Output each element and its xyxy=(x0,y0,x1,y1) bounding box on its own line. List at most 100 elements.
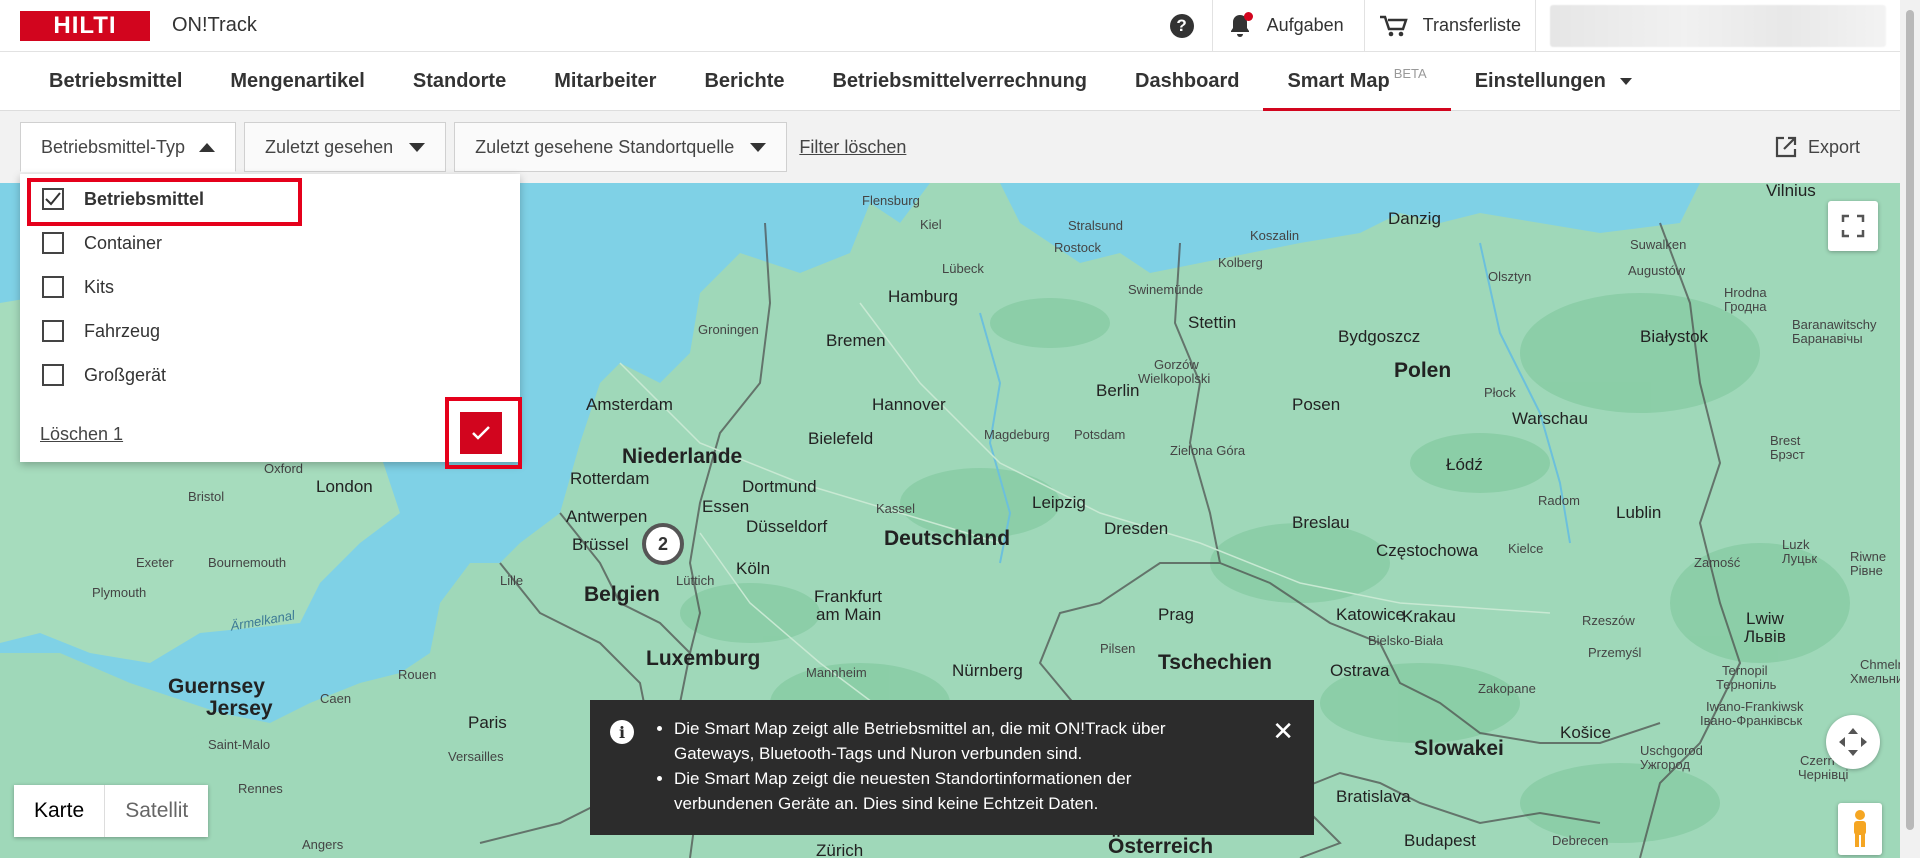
map-label: Augustów xyxy=(1628,263,1686,278)
map-camera-control[interactable] xyxy=(1826,715,1880,769)
checkbox[interactable] xyxy=(42,232,64,254)
map-label: Deutschland xyxy=(884,527,1011,550)
map-type-satellite-button[interactable]: Satellit xyxy=(105,785,208,837)
scrollbar-thumb[interactable] xyxy=(1906,10,1914,830)
filter-location-source[interactable]: Zuletzt gesehene Standortquelle xyxy=(454,122,788,172)
nav-tab-mitarbeiter[interactable]: Mitarbeiter xyxy=(530,52,680,110)
street-view-pegman[interactable] xyxy=(1838,803,1882,855)
map-label: Magdeburg xyxy=(984,427,1050,442)
dropdown-clear-link[interactable]: Löschen 1 xyxy=(40,424,123,445)
beta-badge: BETA xyxy=(1393,65,1427,81)
nav-tab-einstellungen[interactable]: Einstellungen xyxy=(1451,52,1656,110)
map-label: Radom xyxy=(1538,493,1580,508)
tasks-link[interactable]: Aufgaben xyxy=(1267,15,1344,36)
option-label: Großgerät xyxy=(84,364,167,385)
map-label: Kielce xyxy=(1508,541,1544,556)
asset-type-option-grossgeraet[interactable]: Großgerät xyxy=(42,364,166,386)
main-nav: Betriebsmittel Mengenartikel Standorte M… xyxy=(0,52,1900,111)
map-label: Hamburg xyxy=(888,287,958,306)
map-label: Düsseldorf xyxy=(746,517,828,536)
asset-type-option-fahrzeug[interactable]: Fahrzeug xyxy=(42,320,160,342)
map-label: Bydgoszcz xyxy=(1338,327,1421,346)
map-label: Debrecen xyxy=(1552,833,1609,848)
option-label: Container xyxy=(84,232,163,253)
divider xyxy=(1211,0,1213,52)
user-account-box[interactable] xyxy=(1550,4,1886,47)
chevron-down-icon xyxy=(1619,77,1632,85)
nav-tab-betriebsmittel[interactable]: Betriebsmittel xyxy=(25,52,206,110)
map-label: Swinemünde xyxy=(1128,282,1204,297)
checkbox[interactable] xyxy=(42,320,64,342)
nav-tab-berichte[interactable]: Berichte xyxy=(680,52,808,110)
filter-last-seen[interactable]: Zuletzt gesehen xyxy=(244,122,447,172)
nav-tab-label: Mitarbeiter xyxy=(554,69,657,92)
map-label: Köln xyxy=(736,559,771,578)
fullscreen-button[interactable] xyxy=(1828,201,1878,251)
map-label: Vilnius xyxy=(1766,183,1816,200)
map-label: Rostock xyxy=(1054,240,1101,255)
map-label: Saint-Malo xyxy=(208,737,271,752)
map-label: Pilsen xyxy=(1100,641,1136,656)
map-label: Belgien xyxy=(584,583,660,606)
nav-tab-dashboard[interactable]: Dashboard xyxy=(1111,52,1263,110)
map-label: Dresden xyxy=(1104,519,1169,538)
option-label: Fahrzeug xyxy=(84,320,161,341)
clear-filters-link[interactable]: Filter löschen xyxy=(799,137,906,158)
nav-tab-standorte[interactable]: Standorte xyxy=(389,52,530,110)
checkbox[interactable] xyxy=(42,276,64,298)
chevron-up-icon xyxy=(199,142,216,152)
nav-tab-betriebsmittelverrechnung[interactable]: Betriebsmittelverrechnung xyxy=(808,52,1111,110)
map-label: Breslau xyxy=(1292,513,1350,532)
map-label: Groningen xyxy=(698,322,759,337)
nav-tab-label: Smart Map xyxy=(1287,69,1390,92)
export-button[interactable]: Export xyxy=(1774,135,1860,159)
apply-filter-button[interactable] xyxy=(460,412,502,454)
map-label: Івано-Франківськ xyxy=(1700,713,1803,728)
map-label: Potsdam xyxy=(1074,427,1126,442)
map-type-map-button[interactable]: Karte xyxy=(14,785,106,837)
map-label: Versailles xyxy=(448,749,504,764)
info-item: Die Smart Map zeigt alle Betriebsmittel … xyxy=(674,716,1234,766)
nav-tab-label: Berichte xyxy=(704,69,785,92)
map-label: Рівне xyxy=(1850,563,1883,578)
nav-tab-mengenartikel[interactable]: Mengenartikel xyxy=(206,52,388,110)
page-scrollbar[interactable] xyxy=(1900,0,1920,858)
map-label: Frankfurt xyxy=(814,587,883,606)
filter-asset-type[interactable]: Betriebsmittel-Typ xyxy=(20,122,237,172)
map-label: Dortmund xyxy=(742,477,817,496)
cart-icon xyxy=(1379,15,1408,36)
map-label: Zamość xyxy=(1694,555,1741,570)
map-label: Lwiw xyxy=(1746,609,1784,628)
map-label: Bielefeld xyxy=(808,429,874,448)
map-label: Ужгород xyxy=(1640,757,1690,772)
help-icon[interactable]: ? xyxy=(1169,13,1194,38)
transfer-list-button[interactable]: Transferliste xyxy=(1379,14,1521,38)
info-list: Die Smart Map zeigt alle Betriebsmittel … xyxy=(674,716,1234,835)
map-label: Chmelni xyxy=(1860,657,1900,672)
map-label: Flensburg xyxy=(862,193,920,208)
asset-type-option-kits[interactable]: Kits xyxy=(42,276,114,298)
map-label: Lüttich xyxy=(676,573,715,588)
export-icon xyxy=(1775,136,1797,158)
checkbox[interactable] xyxy=(42,364,64,386)
asset-type-option-container[interactable]: Container xyxy=(42,232,162,254)
hilti-logo[interactable]: HILTI xyxy=(20,10,150,41)
map-label: Gorzów xyxy=(1154,357,1199,372)
map-label: Lublin xyxy=(1616,503,1662,522)
map-label: Zakopane xyxy=(1478,681,1536,696)
nav-tab-smart-map[interactable]: Smart Map BETA xyxy=(1263,52,1451,111)
transfer-list-label: Transferliste xyxy=(1422,15,1521,35)
chevron-down-icon xyxy=(409,142,426,152)
notification-bell-icon[interactable] xyxy=(1227,11,1253,40)
map-label: Баранавічы xyxy=(1792,331,1863,346)
map-label: Exeter xyxy=(136,555,174,570)
map-label: Suwalken xyxy=(1630,237,1687,252)
map-label: Österreich xyxy=(1108,835,1214,858)
map-label: Jersey xyxy=(206,697,273,720)
map-label: Płock xyxy=(1484,385,1516,400)
pegman-icon xyxy=(1854,810,1866,847)
map-label: Uschgorod xyxy=(1640,743,1703,758)
map-label: Częstochowa xyxy=(1376,541,1479,560)
asset-cluster-marker[interactable]: 2 xyxy=(642,523,684,565)
close-icon[interactable]: ✕ xyxy=(1272,718,1294,835)
